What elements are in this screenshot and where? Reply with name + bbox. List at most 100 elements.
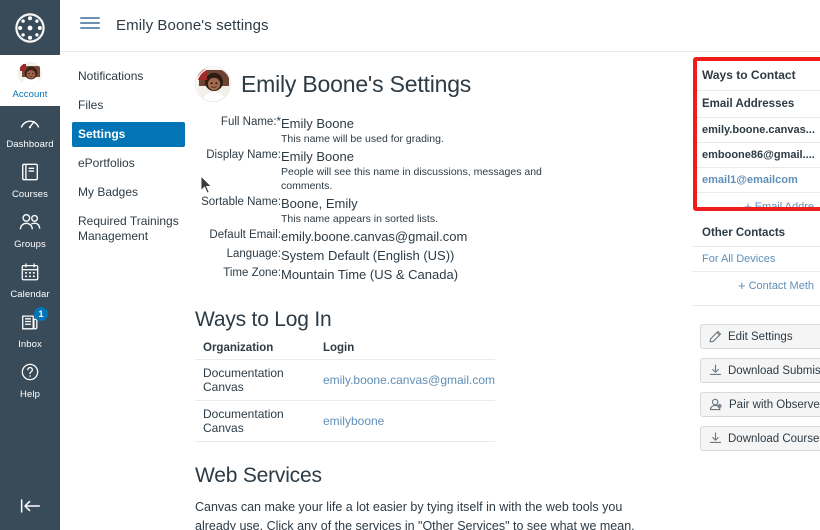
- nav-item-courses[interactable]: Courses: [0, 156, 60, 206]
- download-icon: [709, 432, 722, 445]
- table-row: Language: System Default (English (US)): [195, 248, 595, 267]
- profile-avatar[interactable]: [195, 66, 231, 102]
- download-course-content-label: Download Course: [728, 432, 820, 445]
- calendar-icon: [20, 262, 40, 287]
- settings-context-nav: Notifications Files Settings ePortfolios…: [60, 52, 185, 530]
- nav-item-label: Help: [20, 389, 40, 400]
- right-sidebar: Ways to Contact Email Addresses emily.bo…: [692, 52, 820, 530]
- table-row: Default Email: emily.boone.canvas@gmail.…: [195, 229, 595, 248]
- column-header-login: Login: [304, 342, 495, 360]
- table-row: Sortable Name: Boone, Emily This name ap…: [195, 196, 595, 229]
- nav-item-label: Account: [12, 89, 48, 100]
- inbox-icon: 1: [20, 307, 48, 337]
- nav-item-inbox[interactable]: 1 Inbox: [0, 306, 60, 356]
- language-value: System Default (English (US)): [281, 248, 455, 263]
- email-address-item[interactable]: emboone86@gmail....: [692, 142, 820, 167]
- plus-icon: +: [737, 278, 746, 293]
- web-services-description: Canvas can make your life a lot easier b…: [195, 500, 635, 530]
- download-submissions-label: Download Submis: [728, 364, 820, 377]
- full-name-label: Full Name:*: [220, 116, 281, 128]
- other-contacts-panel: Other Contacts For All Devices + Contact …: [692, 220, 820, 299]
- courses-icon: [20, 162, 40, 187]
- download-icon: [709, 364, 722, 377]
- sidebar-item-notifications[interactable]: Notifications: [72, 64, 185, 89]
- other-contact-item[interactable]: For All Devices: [692, 246, 820, 271]
- collapse-arrow-icon[interactable]: [0, 482, 60, 530]
- profile-header: Emily Boone's Settings: [195, 66, 676, 102]
- sidebar-item-eportfolios[interactable]: ePortfolios: [72, 151, 185, 176]
- global-navigation: Account Dashboard Courses Groups Calenda…: [0, 0, 60, 530]
- canvas-settings-page: Account Dashboard Courses Groups Calenda…: [0, 0, 820, 530]
- pair-with-observer-label: Pair with Observe: [729, 398, 820, 411]
- sidebar-item-settings[interactable]: Settings: [72, 122, 185, 147]
- sidebar-item-required-trainings-management[interactable]: Required Trainings Management: [72, 209, 185, 249]
- hamburger-menu-icon[interactable]: [80, 16, 100, 35]
- time-zone-label: Time Zone:: [223, 267, 281, 279]
- other-contacts-title: Other Contacts: [702, 227, 786, 239]
- table-row: Time Zone: Mountain Time (US & Canada): [195, 267, 595, 286]
- table-header-row: Organization Login: [195, 342, 495, 360]
- display-name-hint: People will see this name in discussions…: [281, 166, 542, 192]
- sortable-name-hint: This name appears in sorted lists.: [281, 213, 438, 225]
- login-organization: Documentation Canvas: [195, 359, 305, 401]
- add-email-address-label: Email Addre: [754, 201, 814, 213]
- default-email-label: Default Email:: [209, 229, 281, 241]
- canvas-logo[interactable]: [0, 0, 60, 55]
- full-name-value: Emily Boone: [281, 116, 354, 131]
- ways-to-contact-panel: Ways to Contact Email Addresses emily.bo…: [692, 62, 820, 220]
- nav-item-calendar[interactable]: Calendar: [0, 256, 60, 306]
- display-name-value: Emily Boone: [281, 149, 354, 164]
- email-address-item[interactable]: emily.boone.canvas...: [692, 117, 820, 142]
- sidebar-item-my-badges[interactable]: My Badges: [72, 180, 185, 205]
- email-address-item-pending[interactable]: email1@emailcom: [692, 167, 820, 192]
- download-course-content-button[interactable]: Download Course: [700, 426, 820, 451]
- ways-to-log-in-table: Organization Login Documentation Canvas …: [195, 342, 495, 442]
- canvas-logo-icon: [15, 12, 45, 43]
- sidebar-item-files[interactable]: Files: [72, 93, 185, 118]
- default-email-value: emily.boone.canvas@gmail.com: [281, 229, 468, 244]
- ways-to-log-in-heading: Ways to Log In: [195, 308, 332, 331]
- main-region: Emily Boone's settings Notifications Fil…: [60, 0, 820, 530]
- nav-item-help[interactable]: Help: [0, 356, 60, 406]
- add-email-address-button[interactable]: + Email Addre: [692, 192, 820, 220]
- inbox-badge-count: 1: [34, 307, 48, 321]
- email-addresses-title: Email Addresses: [692, 90, 820, 117]
- nav-item-label: Groups: [14, 239, 46, 250]
- dashboard-icon: [19, 112, 41, 137]
- language-label: Language:: [226, 248, 281, 260]
- sidebar-action-buttons: Edit Settings Download Submis Pair with …: [692, 305, 820, 451]
- pair-with-observer-button[interactable]: Pair with Observe: [700, 392, 820, 417]
- sortable-name-label: Sortable Name:: [201, 196, 281, 208]
- nav-item-dashboard[interactable]: Dashboard: [0, 106, 60, 156]
- page-title: Emily Boone's Settings: [241, 70, 472, 97]
- column-header-organization: Organization: [195, 342, 305, 360]
- plus-icon: +: [744, 199, 752, 214]
- time-zone-value: Mountain Time (US & Canada): [281, 267, 459, 282]
- login-link[interactable]: emily.boone.canvas@gmail.com: [323, 373, 495, 387]
- profile-details-table: Full Name:* Emily Boone This name will b…: [195, 116, 595, 286]
- nav-item-label: Courses: [11, 189, 49, 200]
- table-row: Documentation Canvas emily.boone.canvas@…: [195, 359, 495, 401]
- nav-item-label: Inbox: [18, 339, 42, 350]
- ways-to-contact-title: Ways to Contact: [702, 68, 796, 82]
- add-contact-method-label: Contact Meth: [748, 280, 814, 292]
- nav-item-account[interactable]: Account: [0, 55, 60, 106]
- login-link[interactable]: emilyboone: [323, 414, 384, 428]
- download-submissions-button[interactable]: Download Submis: [700, 358, 820, 383]
- edit-settings-button[interactable]: Edit Settings: [700, 324, 820, 349]
- edit-settings-label: Edit Settings: [728, 330, 793, 343]
- web-services-heading: Web Services: [195, 464, 322, 487]
- user-avatar-icon: [17, 61, 43, 87]
- settings-content: Emily Boone's Settings Full Name:* Emily…: [185, 52, 692, 530]
- nav-item-groups[interactable]: Groups: [0, 206, 60, 256]
- sortable-name-value: Boone, Emily: [281, 196, 358, 211]
- observer-icon: [709, 398, 723, 411]
- display-name-label: Display Name:: [206, 149, 281, 161]
- login-organization: Documentation Canvas: [195, 400, 305, 442]
- help-icon: [20, 362, 40, 387]
- add-contact-method-button[interactable]: + Contact Meth: [692, 271, 820, 299]
- pencil-icon: [709, 330, 722, 343]
- table-row: Full Name:* Emily Boone This name will b…: [195, 116, 595, 149]
- table-row: Documentation Canvas emilyboone: [195, 400, 495, 442]
- groups-icon: [18, 212, 42, 237]
